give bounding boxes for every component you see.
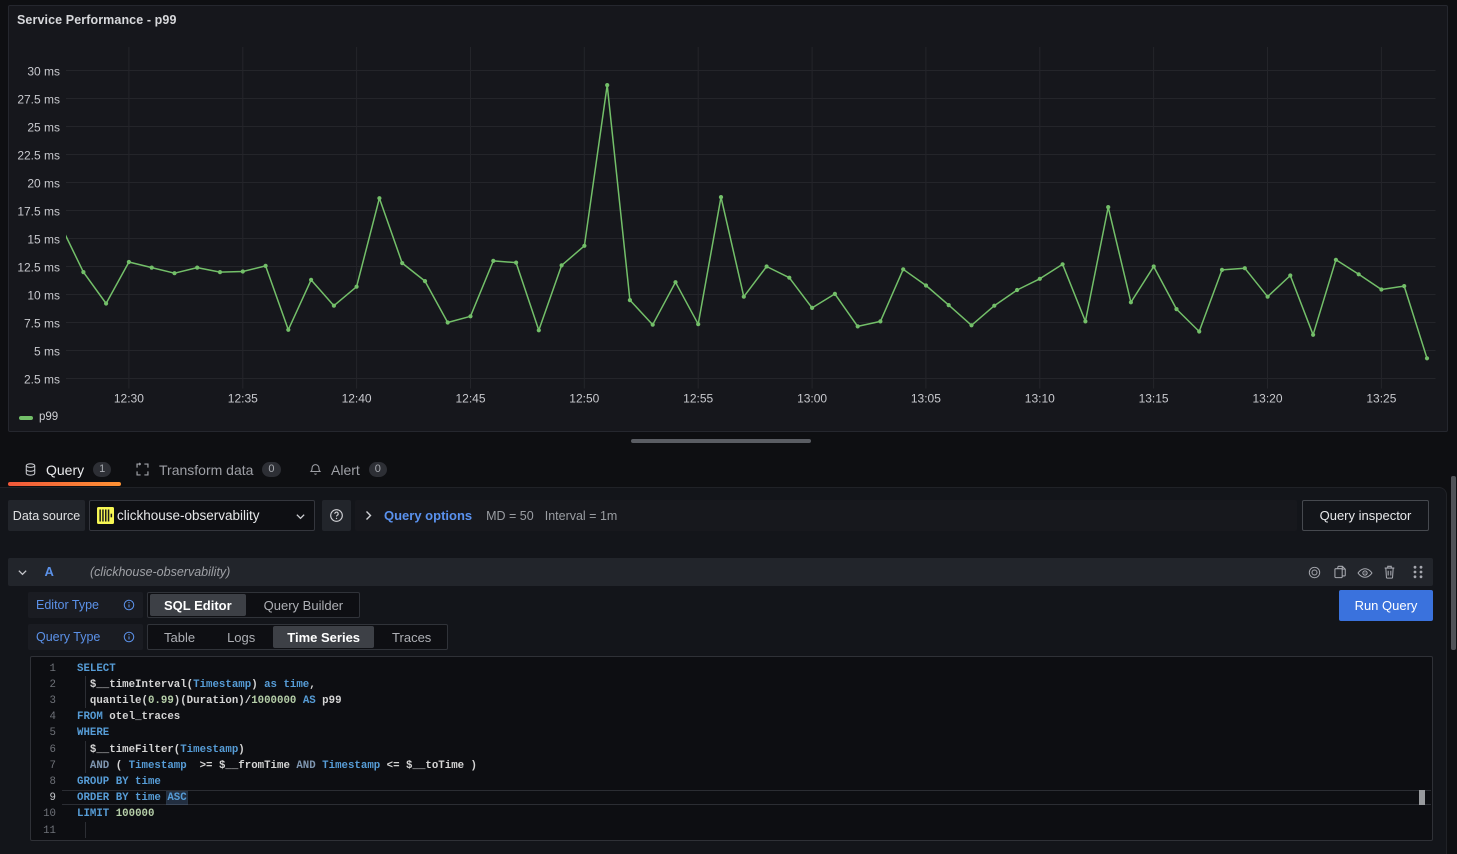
svg-text:5 ms: 5 ms [34,344,60,358]
svg-text:13:10: 13:10 [1025,392,1055,406]
svg-text:27.5 ms: 27.5 ms [17,92,60,106]
svg-text:10 ms: 10 ms [27,288,60,302]
svg-text:30 ms: 30 ms [27,64,60,78]
svg-text:13:20: 13:20 [1252,392,1282,406]
svg-text:13:05: 13:05 [911,392,941,406]
svg-text:22.5 ms: 22.5 ms [17,148,60,162]
svg-text:12.5 ms: 12.5 ms [17,260,60,274]
svg-text:12:55: 12:55 [683,392,713,406]
svg-text:15 ms: 15 ms [27,232,60,246]
svg-text:13:25: 13:25 [1366,392,1396,406]
svg-text:20 ms: 20 ms [27,176,60,190]
svg-text:7.5 ms: 7.5 ms [24,316,60,330]
svg-text:17.5 ms: 17.5 ms [17,204,60,218]
svg-text:13:15: 13:15 [1139,392,1169,406]
svg-text:12:50: 12:50 [569,392,599,406]
svg-text:12:40: 12:40 [342,392,372,406]
svg-text:12:30: 12:30 [114,392,144,406]
svg-text:12:45: 12:45 [455,392,485,406]
svg-text:25 ms: 25 ms [27,120,60,134]
svg-text:12:35: 12:35 [228,392,258,406]
svg-text:2.5 ms: 2.5 ms [24,372,60,386]
svg-text:13:00: 13:00 [797,392,827,406]
